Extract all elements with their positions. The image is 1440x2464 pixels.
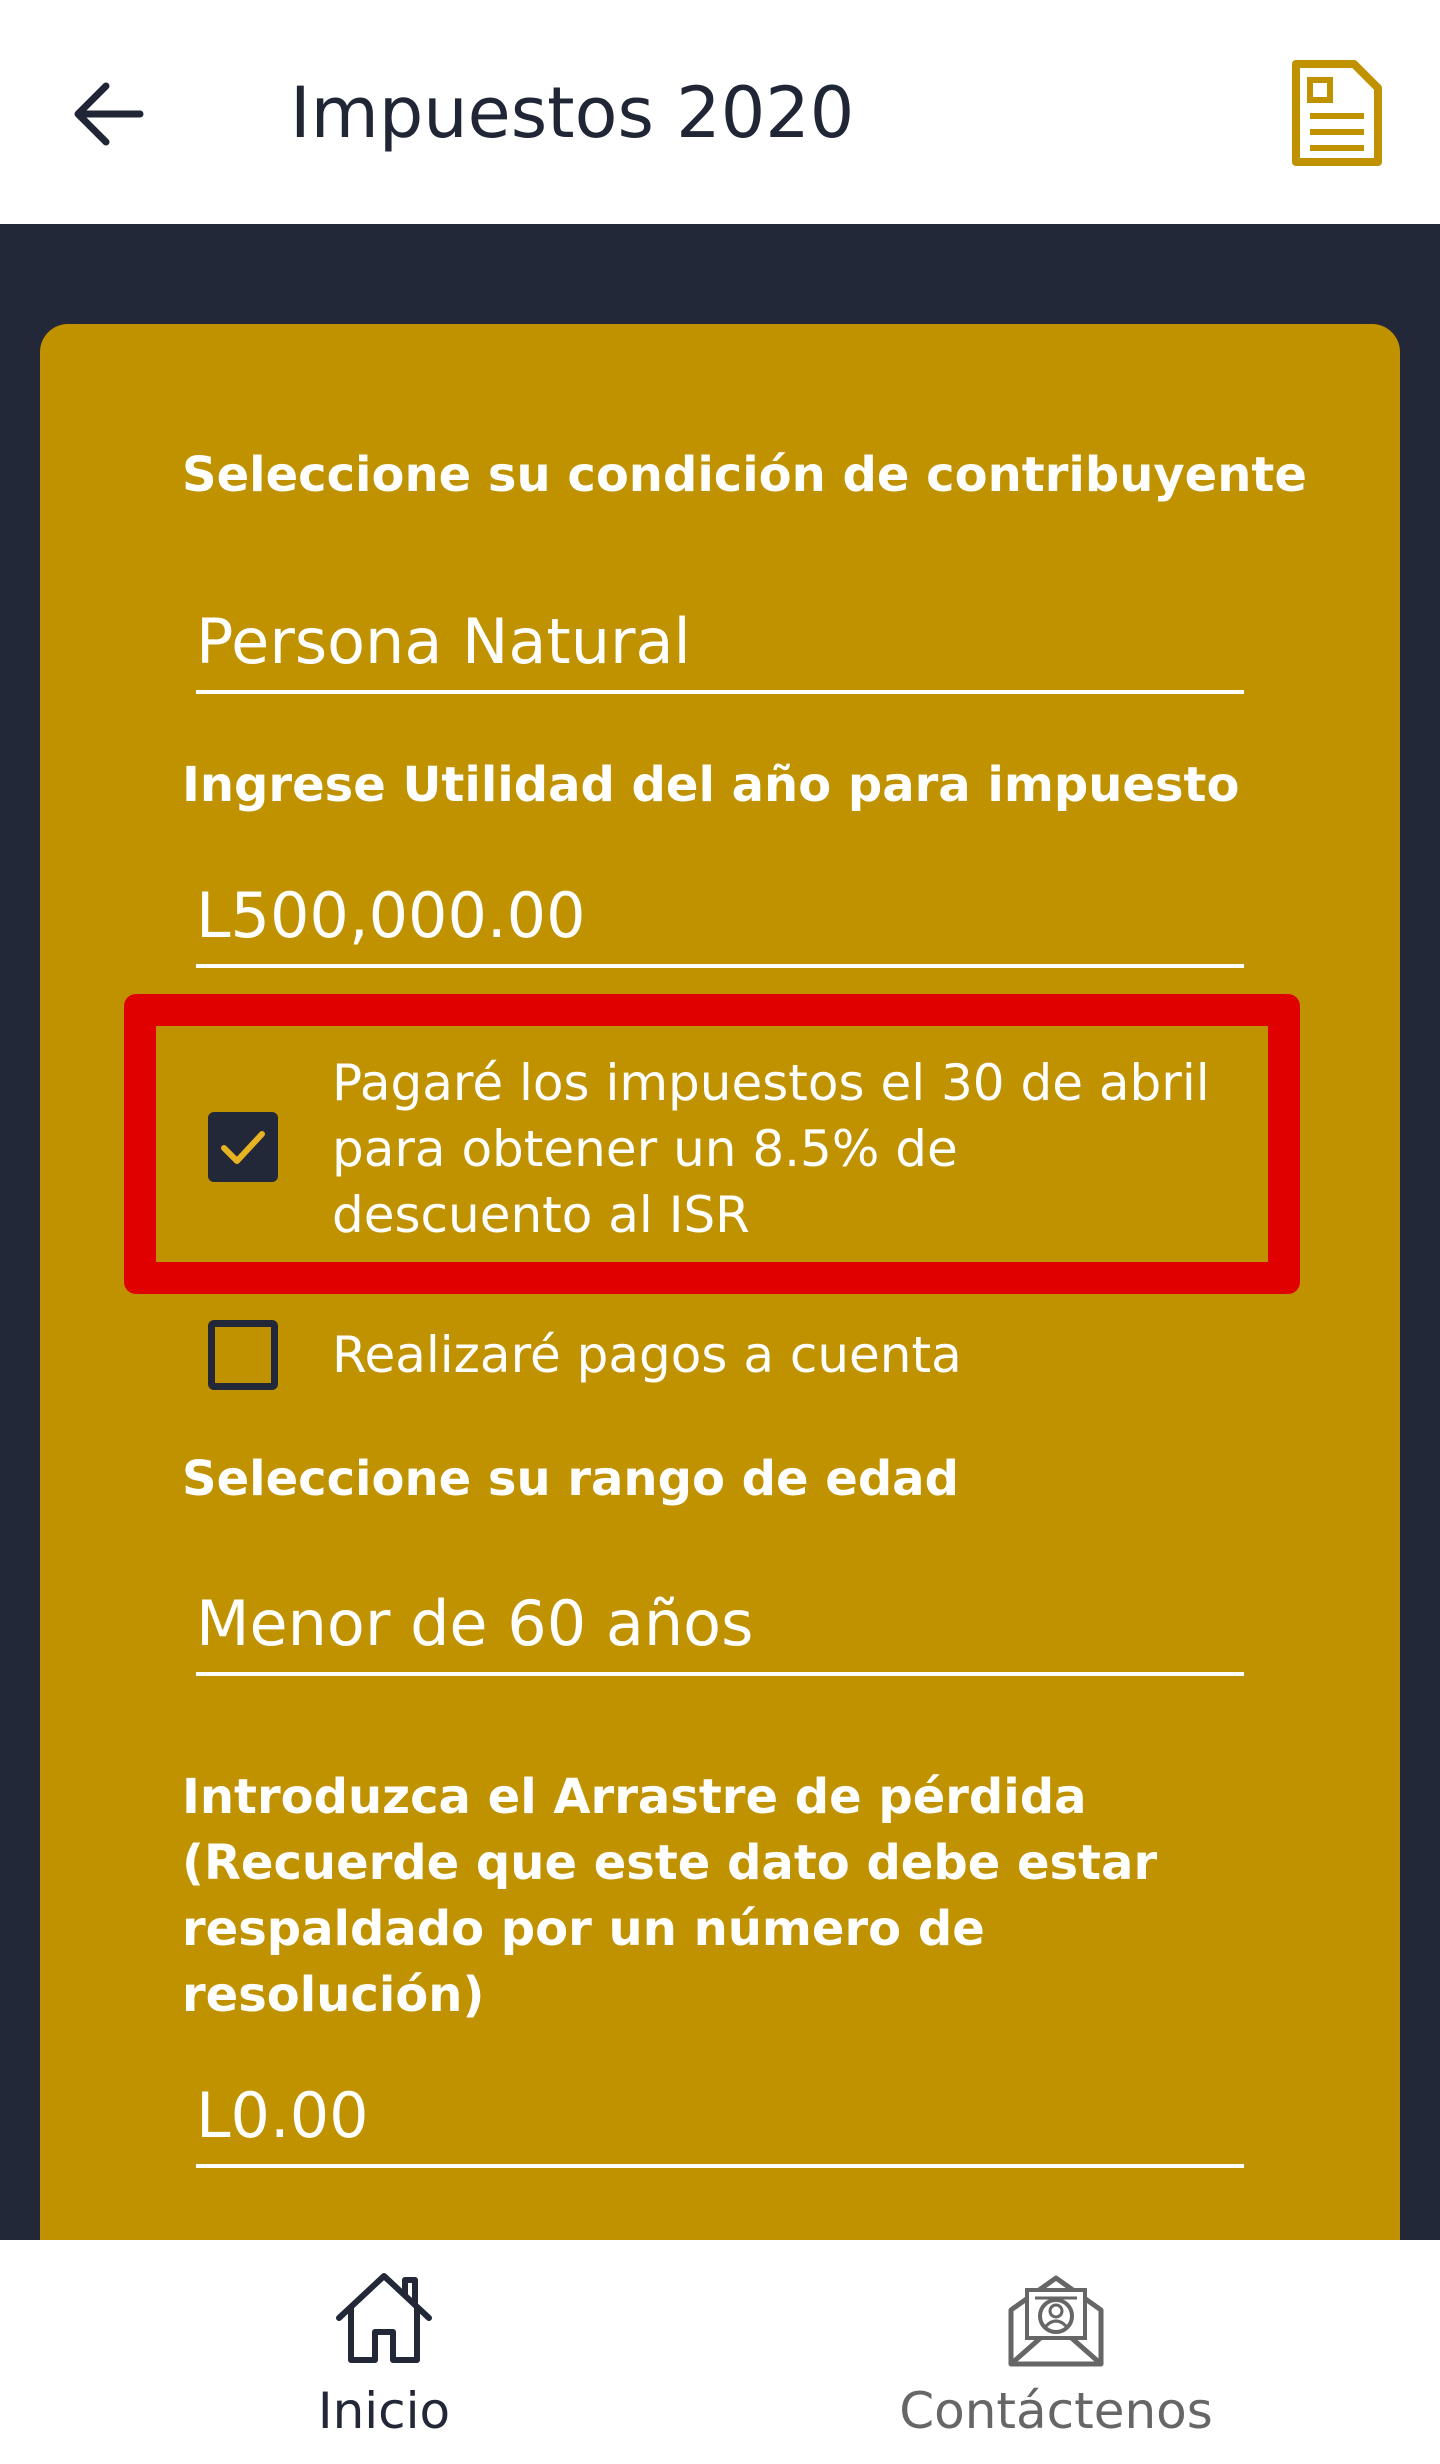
nav-item-contact[interactable]: Contáctenos <box>856 2240 1256 2464</box>
discount-label: Pagaré los impuestos el 30 de abril para… <box>332 1054 1210 1244</box>
back-button[interactable] <box>64 70 152 158</box>
loss-input[interactable]: L0.00 <box>196 2058 1244 2168</box>
condition-select[interactable]: Persona Natural <box>196 590 1244 694</box>
document-icon <box>1292 60 1382 166</box>
nav-contact-label: Contáctenos <box>899 2382 1213 2440</box>
age-label: Seleccione su rango de edad <box>182 1451 959 1507</box>
arrow-left-icon <box>74 82 144 146</box>
home-icon <box>336 2273 432 2363</box>
app-header: Impuestos 2020 <box>0 0 1440 224</box>
condition-value: Persona Natural <box>196 605 691 678</box>
check-icon <box>221 1131 265 1164</box>
discount-checkbox[interactable] <box>208 1112 278 1182</box>
income-input[interactable]: L500,000.00 <box>196 860 1244 968</box>
page-title: Impuestos 2020 <box>290 72 855 154</box>
income-label: Ingrese Utilidad del año para impuesto <box>182 757 1240 813</box>
advance-checkbox[interactable] <box>208 1320 278 1390</box>
nav-item-home[interactable]: Inicio <box>184 2240 584 2464</box>
income-value: L500,000.00 <box>196 879 586 952</box>
document-button[interactable] <box>1290 58 1384 168</box>
age-value: Menor de 60 años <box>196 1587 754 1660</box>
advance-label: Realizaré pagos a cuenta <box>332 1326 962 1384</box>
loss-label: Introduzca el Arrastre de pérdida (Recue… <box>182 1769 1158 2023</box>
condition-label: Seleccione su condición de contribuyente <box>182 447 1307 503</box>
loss-value: L0.00 <box>196 2079 369 2152</box>
nav-home-label: Inicio <box>317 2382 451 2440</box>
age-select[interactable]: Menor de 60 años <box>196 1570 1244 1676</box>
contact-mail-icon <box>1008 2275 1104 2367</box>
bottom-nav: Inicio Contáctenos <box>0 2240 1440 2464</box>
